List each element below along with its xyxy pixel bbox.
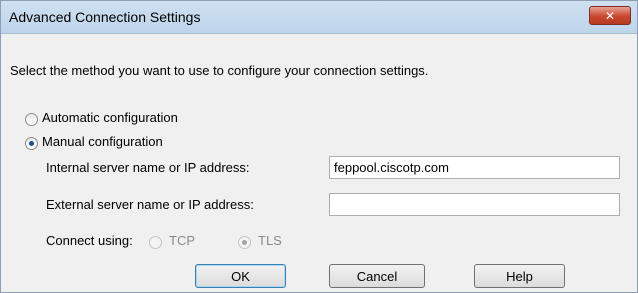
ok-button[interactable]: OK xyxy=(195,264,286,288)
tcp-label: TCP xyxy=(169,233,195,248)
window-title: Advanced Connection Settings xyxy=(9,9,201,25)
external-server-input[interactable] xyxy=(329,193,620,216)
ok-button-label: OK xyxy=(231,268,250,284)
external-server-label: External server name or IP address: xyxy=(46,197,254,212)
internal-server-label: Internal server name or IP address: xyxy=(46,160,250,175)
manual-configuration-radio[interactable] xyxy=(25,137,38,150)
internal-server-input[interactable] xyxy=(329,156,620,179)
dialog-content: Select the method you want to use to con… xyxy=(1,34,637,292)
tls-radio[interactable] xyxy=(238,236,251,249)
title-bar: Advanced Connection Settings ✕ xyxy=(1,1,637,34)
automatic-configuration-radio[interactable] xyxy=(25,113,38,126)
help-button[interactable]: Help xyxy=(474,264,565,288)
close-icon: ✕ xyxy=(604,8,616,23)
tcp-radio[interactable] xyxy=(149,236,162,249)
advanced-connection-settings-dialog: Advanced Connection Settings ✕ Select th… xyxy=(0,0,638,293)
tls-label: TLS xyxy=(258,233,282,248)
connect-using-label: Connect using: xyxy=(46,233,133,248)
help-button-label: Help xyxy=(506,268,533,284)
manual-configuration-label[interactable]: Manual configuration xyxy=(42,134,163,149)
automatic-configuration-label[interactable]: Automatic configuration xyxy=(42,110,178,125)
instruction-text: Select the method you want to use to con… xyxy=(10,63,429,78)
cancel-button[interactable]: Cancel xyxy=(329,264,425,288)
close-button[interactable]: ✕ xyxy=(589,6,631,25)
cancel-button-label: Cancel xyxy=(356,268,398,284)
